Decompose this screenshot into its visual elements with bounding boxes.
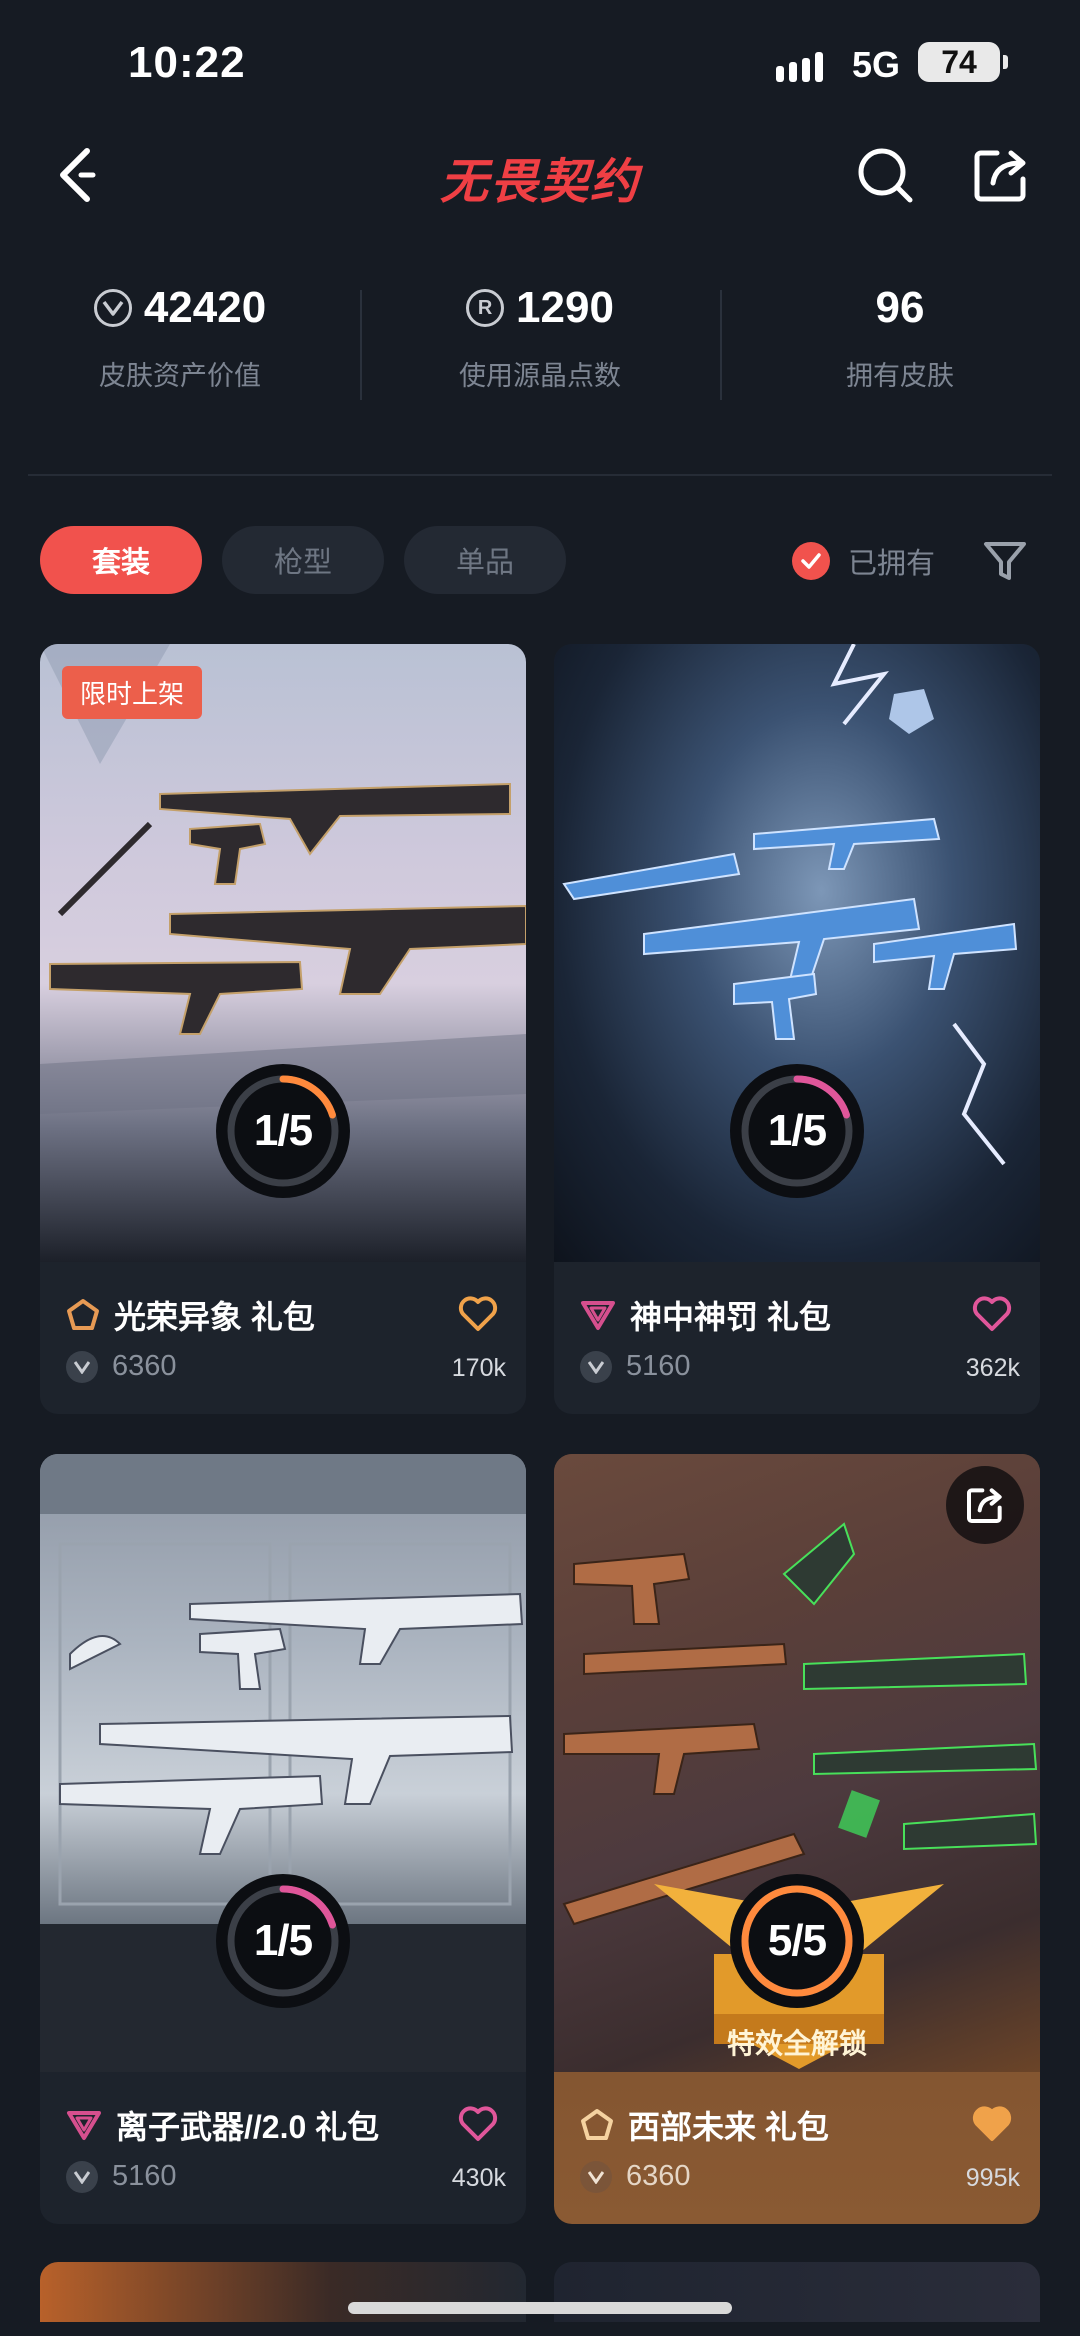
share-button[interactable] (966, 140, 1036, 210)
collection-progress: 1/5 (216, 1064, 350, 1198)
premium-tier-icon (67, 2111, 101, 2140)
search-button[interactable] (850, 140, 920, 210)
divider (28, 474, 1052, 476)
bundle-name: 西部未来 礼包 (628, 2109, 829, 2145)
bundle-info: 光荣异象 礼包 6360 170k (40, 1262, 526, 1414)
stat-value: 42420 (143, 283, 267, 332)
checkmark-icon (792, 542, 830, 580)
heart-icon (458, 1296, 498, 1331)
search-icon (858, 148, 913, 203)
stat-owned-skins: 96 拥有皮肤 (720, 280, 1080, 410)
network-type: 5G (852, 44, 901, 85)
bundle-price: 6360 (626, 2160, 691, 2192)
unlock-label: 特效全解锁 (726, 2028, 867, 2059)
vp-coin-icon (66, 1350, 98, 1383)
top-bar: 无畏契约 (0, 120, 1080, 230)
heart-icon (972, 1296, 1012, 1331)
deluxe-tier-icon (67, 1299, 99, 1330)
like-count: 430k (451, 2164, 506, 2192)
share-icon (967, 1488, 1002, 1523)
vp-coin-icon (580, 1350, 612, 1383)
bundle-info: 离子武器//2.0 礼包 5160 430k (40, 2072, 526, 2224)
stat-label: 皮肤资产价值 (99, 361, 261, 391)
bundle-name: 神中神罚 礼包 (630, 1299, 831, 1335)
heart-icon (458, 2106, 498, 2141)
asset-stats: 42420 皮肤资产价值 R 1290 使用源晶点数 96 拥有皮肤 (0, 280, 1080, 410)
bundle-price: 5160 (626, 1350, 691, 1382)
bundle-price: 5160 (112, 2160, 177, 2192)
tab-weapon-type[interactable]: 枪型 (222, 526, 384, 594)
owned-label: 已拥有 (848, 548, 936, 580)
progress-text: 1/5 (253, 1106, 313, 1155)
tab-bundles[interactable]: 套装 (40, 526, 202, 594)
collection-progress: 1/5 (730, 1064, 864, 1198)
stat-value: 1290 (516, 283, 614, 332)
like-count: 170k (451, 1354, 506, 1382)
premium-tier-icon (581, 1301, 615, 1330)
collection-progress: 1/5 (216, 1874, 350, 2008)
bundle-image: 1/5 (554, 644, 1040, 1262)
home-indicator[interactable] (348, 2302, 732, 2314)
filter-icon (984, 542, 1026, 580)
like-button[interactable] (458, 1296, 498, 1337)
like-count: 995k (965, 2164, 1020, 2192)
filter-button[interactable] (980, 536, 1030, 586)
limited-badge: 限时上架 (62, 666, 203, 719)
stat-value: 96 (875, 283, 925, 332)
like-button[interactable] (458, 2106, 498, 2147)
bundle-name: 光荣异象 礼包 (114, 1299, 315, 1335)
stat-radianite: R 1290 使用源晶点数 (360, 280, 720, 410)
progress-text: 1/5 (767, 1106, 827, 1155)
vp-coin-icon (580, 2160, 612, 2193)
radianite-icon: R (466, 289, 505, 327)
owned-toggle[interactable]: 已拥有 (792, 540, 935, 582)
tab-single-item[interactable]: 单品 (404, 526, 566, 594)
bundle-price: 6360 (112, 1350, 177, 1382)
share-icon (974, 150, 1026, 202)
like-count: 362k (965, 1354, 1020, 1382)
bundle-info: 西部未来 礼包 6360 995k (554, 2072, 1040, 2224)
bundle-info: 神中神罚 礼包 5160 362k (554, 1262, 1040, 1414)
collection-progress: 5/5 (730, 1874, 864, 2008)
category-tabs: 套装 枪型 单品 (40, 526, 566, 594)
bundle-image: 限时上架 1/5 (40, 644, 526, 1262)
bundle-card[interactable]: 5/5 特效全解锁 西部未来 礼包 6360 995k (554, 1454, 1040, 2224)
stat-label: 拥有皮肤 (846, 361, 954, 391)
bundle-image: 5/5 特效全解锁 (554, 1454, 1040, 2072)
deluxe-tier-icon (581, 2109, 613, 2140)
battery-indicator: 74 (918, 42, 1008, 82)
progress-text: 1/5 (253, 1916, 313, 1965)
vp-coin-icon (93, 289, 132, 327)
bundle-image: 1/5 (40, 1454, 526, 2072)
stat-label: 使用源晶点数 (459, 361, 621, 391)
status-bar: 10:22 5G 74 (0, 0, 1080, 120)
stat-skin-value: 42420 皮肤资产价值 (0, 280, 360, 410)
like-button[interactable] (972, 2106, 1012, 2147)
progress-text: 5/5 (767, 1916, 827, 1965)
status-time: 10:22 (128, 38, 246, 87)
bundle-card[interactable]: 1/5 神中神罚 礼包 5160 362k (554, 644, 1040, 1414)
signal-icon (776, 44, 823, 82)
heart-filled-icon (972, 2106, 1012, 2141)
bundle-name: 离子武器//2.0 礼包 (116, 2109, 380, 2145)
bundle-card[interactable]: 限时上架 1/5 光荣异象 礼包 6360 170k (40, 644, 526, 1414)
bundle-card[interactable]: 1/5 离子武器//2.0 礼包 5160 430k (40, 1454, 526, 2224)
vp-coin-icon (66, 2160, 98, 2193)
like-button[interactable] (972, 1296, 1012, 1337)
card-share-button[interactable] (946, 1466, 1024, 1544)
